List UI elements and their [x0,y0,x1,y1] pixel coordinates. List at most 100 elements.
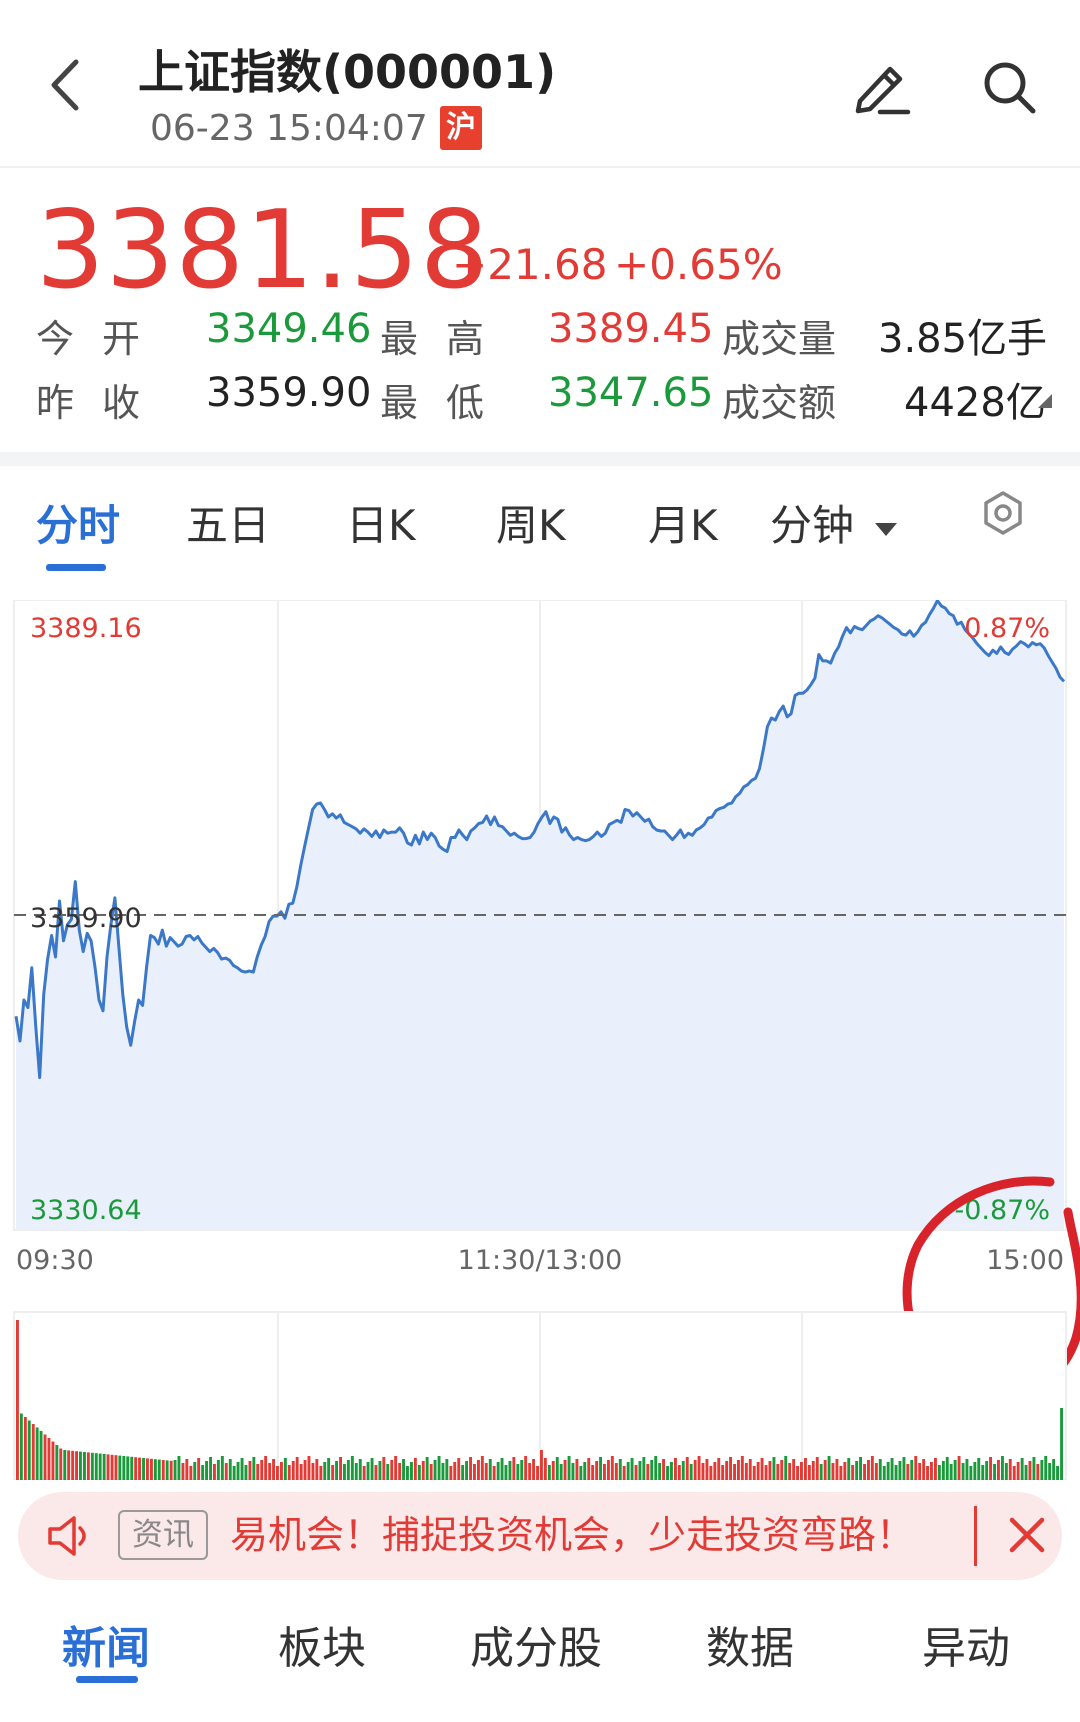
volume-bar [622,1466,626,1480]
volume-bar [1060,1408,1063,1480]
volume-bar [433,1460,437,1480]
volume-bar [800,1462,803,1480]
volume-bar [201,1465,205,1480]
news-ticker[interactable]: 资讯 易机会！捕捉投资机会，少走投资弯路！ [18,1492,1062,1580]
nav-movers[interactable]: 异动 [922,1612,1010,1676]
volume-bar [27,1420,31,1480]
volume-bar [784,1456,788,1480]
volume-bar [717,1458,721,1480]
volume-bar [473,1464,476,1480]
volume-bar [626,1462,630,1480]
search-icon[interactable] [980,58,1038,116]
news-tag: 资讯 [118,1510,208,1560]
nav-data[interactable]: 数据 [706,1612,794,1676]
volume-bar [382,1457,386,1480]
volume-bar [453,1462,457,1480]
tab-weekly-k[interactable]: 周K [496,492,566,553]
volume-bar [1001,1456,1004,1480]
volume-bar [51,1441,55,1480]
close-icon[interactable] [1006,1514,1048,1560]
section-divider [0,452,1080,466]
volume-bar [469,1457,472,1480]
volume-bar [256,1464,260,1480]
volume-bar [591,1465,595,1480]
x-label-open: 09:30 [16,1245,94,1276]
volume-bar [94,1453,98,1480]
turnover-label: 成交额 [722,381,837,425]
pct-top-label: 0.87% [964,613,1050,644]
volume-bar [86,1452,90,1480]
volume-bar [697,1456,701,1480]
volume-bar [985,1461,989,1480]
prev-close-label: 昨收 [36,381,169,425]
high-value: 3389.45 [548,306,714,352]
settings-icon[interactable] [980,490,1026,536]
volume-bar [713,1462,717,1480]
back-chevron-icon[interactable] [40,50,100,120]
volume-bar [981,1465,985,1480]
volume-bar [260,1460,264,1480]
tab-five-day[interactable]: 五日 [186,492,270,553]
volume-bar [71,1450,75,1480]
volume-bar [997,1460,1000,1480]
volume-bar [516,1464,520,1480]
volume-bar [559,1464,563,1480]
volume-bar [847,1458,851,1480]
volume-bar [906,1464,910,1480]
volume-bar [311,1463,315,1480]
volume-bar [75,1451,78,1480]
volume-bar [268,1463,272,1480]
tab-intraday[interactable]: 分时 [36,492,120,553]
volume-bar [480,1456,484,1480]
volume-bar [216,1460,220,1480]
volume-bar [114,1455,118,1480]
volume-bar [276,1466,279,1480]
volume-bar [500,1458,504,1480]
volume-bar [508,1461,512,1480]
volume-bar [961,1463,965,1480]
volume-bar [134,1457,138,1480]
volume-bar [331,1465,335,1480]
volume-bar [587,1458,591,1480]
volume-bar [173,1460,177,1480]
volume-bar [441,1463,445,1480]
volume-bar [43,1434,47,1480]
volume-bar [228,1459,232,1480]
volume-bar [323,1462,327,1480]
volume-bar [949,1464,953,1480]
tab-daily-k[interactable]: 日K [346,492,416,553]
volume-bar [725,1461,729,1480]
volume-bar [1016,1462,1020,1480]
volume-bar [780,1460,784,1480]
volume-bar [859,1457,862,1480]
volume-bar [169,1460,173,1480]
volume-bar [252,1457,256,1480]
tab-monthly-k[interactable]: 月K [648,492,718,553]
edit-pencil-icon[interactable] [850,55,912,117]
tab-minute[interactable]: 分钟 [770,492,899,553]
volume-bar [662,1459,665,1480]
volume-bar [165,1460,169,1480]
quote-datetime: 06-23 15:04:07 [150,108,428,149]
volume-bar [595,1461,599,1480]
volume-bar [220,1456,224,1480]
expand-triangle-icon[interactable] [1036,392,1054,414]
volume-bar [142,1458,145,1480]
volume-bar [83,1452,86,1480]
volume-bar [327,1458,331,1480]
nav-sectors[interactable]: 板块 [278,1612,366,1676]
volume-bar [855,1461,859,1480]
price-change-percent: +0.65% [614,240,783,289]
volume-bar [55,1445,59,1480]
nav-news[interactable]: 新闻 [62,1612,150,1676]
volume-bar [768,1461,772,1480]
volume-bar [934,1458,937,1480]
volume-bar [398,1463,402,1480]
volume-bar [413,1458,417,1480]
nav-constituents[interactable]: 成分股 [470,1612,602,1676]
volume-bar [973,1462,977,1480]
volume-bar [654,1456,658,1480]
volume-bar [937,1465,941,1480]
volume-bar [957,1456,961,1480]
volume-bar [291,1461,295,1480]
